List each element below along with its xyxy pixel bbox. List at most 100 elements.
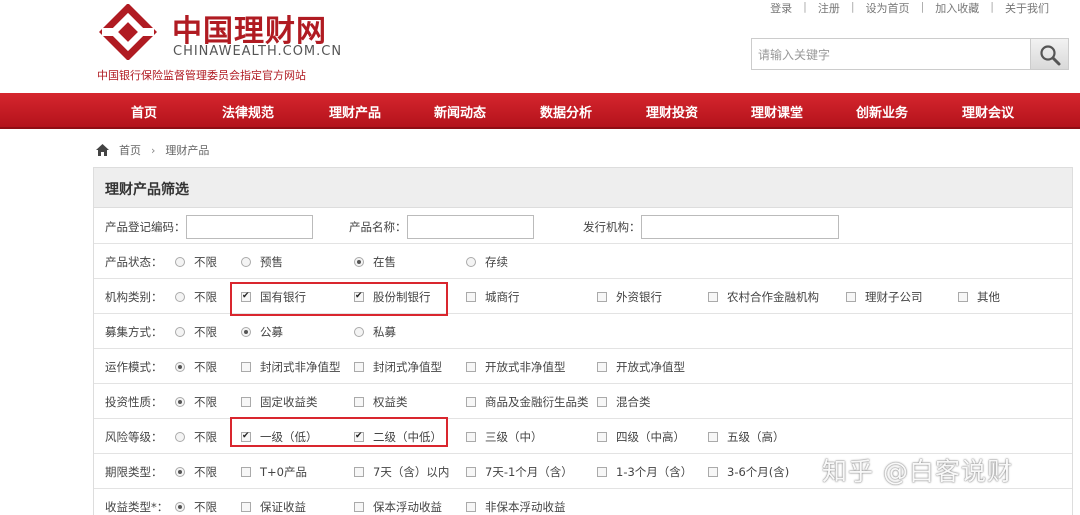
set-homepage-link[interactable]: 设为首页 — [855, 0, 921, 16]
checkbox[interactable] — [597, 292, 607, 302]
term-option-1m-3m[interactable]: 1-3个月（含） — [597, 464, 692, 480]
return-option-capital-protected[interactable]: 保本浮动收益 — [354, 499, 442, 515]
checkbox[interactable] — [846, 292, 856, 302]
fundraising-option-private[interactable]: 私募 — [354, 324, 396, 340]
operation-option-any[interactable]: 不限 — [175, 359, 217, 375]
option-label: 保证收益 — [260, 500, 306, 514]
search-input[interactable]: 请输入关键字 — [751, 38, 1031, 70]
radio-button-selected[interactable] — [175, 467, 185, 477]
radio-button[interactable] — [175, 257, 185, 267]
about-us-link[interactable]: 关于我们 — [994, 0, 1060, 16]
nav-item-data-analysis[interactable]: 数据分析 — [540, 102, 592, 121]
nav-item-conference[interactable]: 理财会议 — [962, 102, 1014, 121]
checkbox[interactable] — [466, 397, 476, 407]
checkbox[interactable] — [241, 502, 251, 512]
risk-option-any[interactable]: 不限 — [175, 429, 217, 445]
checkbox[interactable] — [354, 467, 364, 477]
institution-option-wealth-subsidiary[interactable]: 理财子公司 — [846, 289, 923, 305]
checkbox[interactable] — [354, 362, 364, 372]
checkbox[interactable] — [708, 467, 718, 477]
status-option-onsale[interactable]: 在售 — [354, 254, 396, 270]
radio-button-selected[interactable] — [175, 397, 185, 407]
term-option-7d-1m[interactable]: 7天-1个月（含） — [466, 464, 573, 480]
checkbox[interactable] — [958, 292, 968, 302]
nav-item-innovation[interactable]: 创新业务 — [856, 102, 908, 121]
status-option-any[interactable]: 不限 — [175, 254, 217, 270]
issuer-input[interactable] — [641, 215, 839, 239]
institution-option-other[interactable]: 其他 — [958, 289, 1000, 305]
nav-item-classroom[interactable]: 理财课堂 — [751, 102, 803, 121]
checkbox[interactable] — [708, 292, 718, 302]
radio-button-selected[interactable] — [175, 362, 185, 372]
term-option-7d[interactable]: 7天（含）以内 — [354, 464, 449, 480]
checkbox[interactable] — [466, 467, 476, 477]
nav-item-laws[interactable]: 法律规范 — [222, 102, 274, 121]
radio-button-selected[interactable] — [241, 327, 251, 337]
checkbox[interactable] — [354, 502, 364, 512]
product-name-input[interactable] — [407, 215, 534, 239]
return-option-guaranteed[interactable]: 保证收益 — [241, 499, 306, 515]
radio-button-selected[interactable] — [175, 502, 185, 512]
checkbox[interactable] — [354, 397, 364, 407]
register-link[interactable]: 注册 — [807, 0, 851, 16]
checkbox[interactable] — [241, 362, 251, 372]
operation-option-closed-nav[interactable]: 封闭式净值型 — [354, 359, 442, 375]
option-label: 三级（中） — [485, 430, 543, 444]
field-label-issuer: 发行机构： — [583, 220, 641, 234]
radio-button-selected[interactable] — [354, 257, 364, 267]
breadcrumb-home[interactable]: 首页 — [119, 142, 141, 158]
institution-option-any[interactable]: 不限 — [175, 289, 217, 305]
operation-option-open-nav[interactable]: 开放式净值型 — [597, 359, 685, 375]
nav-item-products[interactable]: 理财产品 — [329, 102, 381, 121]
radio-button[interactable] — [175, 327, 185, 337]
risk-option-level-4[interactable]: 四级（中高） — [597, 429, 685, 445]
option-label: 城商行 — [485, 290, 520, 304]
operation-option-open-non-nav[interactable]: 开放式非净值型 — [466, 359, 566, 375]
nature-option-mixed[interactable]: 混合类 — [597, 394, 651, 410]
radio-button[interactable] — [354, 327, 364, 337]
radio-button[interactable] — [175, 292, 185, 302]
status-option-presale[interactable]: 预售 — [241, 254, 283, 270]
radio-button[interactable] — [466, 257, 476, 267]
risk-option-level-3[interactable]: 三级（中） — [466, 429, 543, 445]
checkbox[interactable] — [466, 502, 476, 512]
checkbox[interactable] — [708, 432, 718, 442]
radio-button[interactable] — [175, 432, 185, 442]
term-option-any[interactable]: 不限 — [175, 464, 217, 480]
checkbox[interactable] — [241, 467, 251, 477]
institution-option-rural-coop[interactable]: 农村合作金融机构 — [708, 289, 819, 305]
reg-code-input[interactable] — [186, 215, 313, 239]
nav-item-investment[interactable]: 理财投资 — [646, 102, 698, 121]
return-option-any[interactable]: 不限 — [175, 499, 217, 515]
institution-option-foreign-bank[interactable]: 外资银行 — [597, 289, 662, 305]
search-button[interactable] — [1031, 38, 1069, 70]
risk-option-level-5[interactable]: 五级（高） — [708, 429, 785, 445]
add-favorite-link[interactable]: 加入收藏 — [924, 0, 990, 16]
login-link[interactable]: 登录 — [759, 0, 803, 16]
nav-item-news[interactable]: 新闻动态 — [434, 102, 486, 121]
checkbox[interactable] — [597, 432, 607, 442]
fundraising-option-any[interactable]: 不限 — [175, 324, 217, 340]
nature-option-equity[interactable]: 权益类 — [354, 394, 408, 410]
logo-icon[interactable] — [96, 4, 160, 60]
nature-option-derivatives[interactable]: 商品及金融衍生品类 — [466, 394, 589, 410]
checkbox[interactable] — [597, 397, 607, 407]
checkbox[interactable] — [597, 467, 607, 477]
status-option-existing[interactable]: 存续 — [466, 254, 508, 270]
term-option-3m-6m[interactable]: 3-6个月(含) — [708, 464, 789, 480]
checkbox[interactable] — [241, 397, 251, 407]
nature-option-any[interactable]: 不限 — [175, 394, 217, 410]
nature-option-fixed-income[interactable]: 固定收益类 — [241, 394, 318, 410]
checkbox[interactable] — [466, 432, 476, 442]
return-option-non-protected[interactable]: 非保本浮动收益 — [466, 499, 566, 515]
term-option-t0[interactable]: T+0产品 — [241, 464, 307, 480]
option-label: 封闭式非净值型 — [260, 360, 341, 374]
operation-option-closed-non-nav[interactable]: 封闭式非净值型 — [241, 359, 341, 375]
institution-option-city-bank[interactable]: 城商行 — [466, 289, 520, 305]
nav-item-home[interactable]: 首页 — [131, 102, 157, 121]
checkbox[interactable] — [466, 362, 476, 372]
checkbox[interactable] — [466, 292, 476, 302]
checkbox[interactable] — [597, 362, 607, 372]
radio-button[interactable] — [241, 257, 251, 267]
fundraising-option-public[interactable]: 公募 — [241, 324, 283, 340]
